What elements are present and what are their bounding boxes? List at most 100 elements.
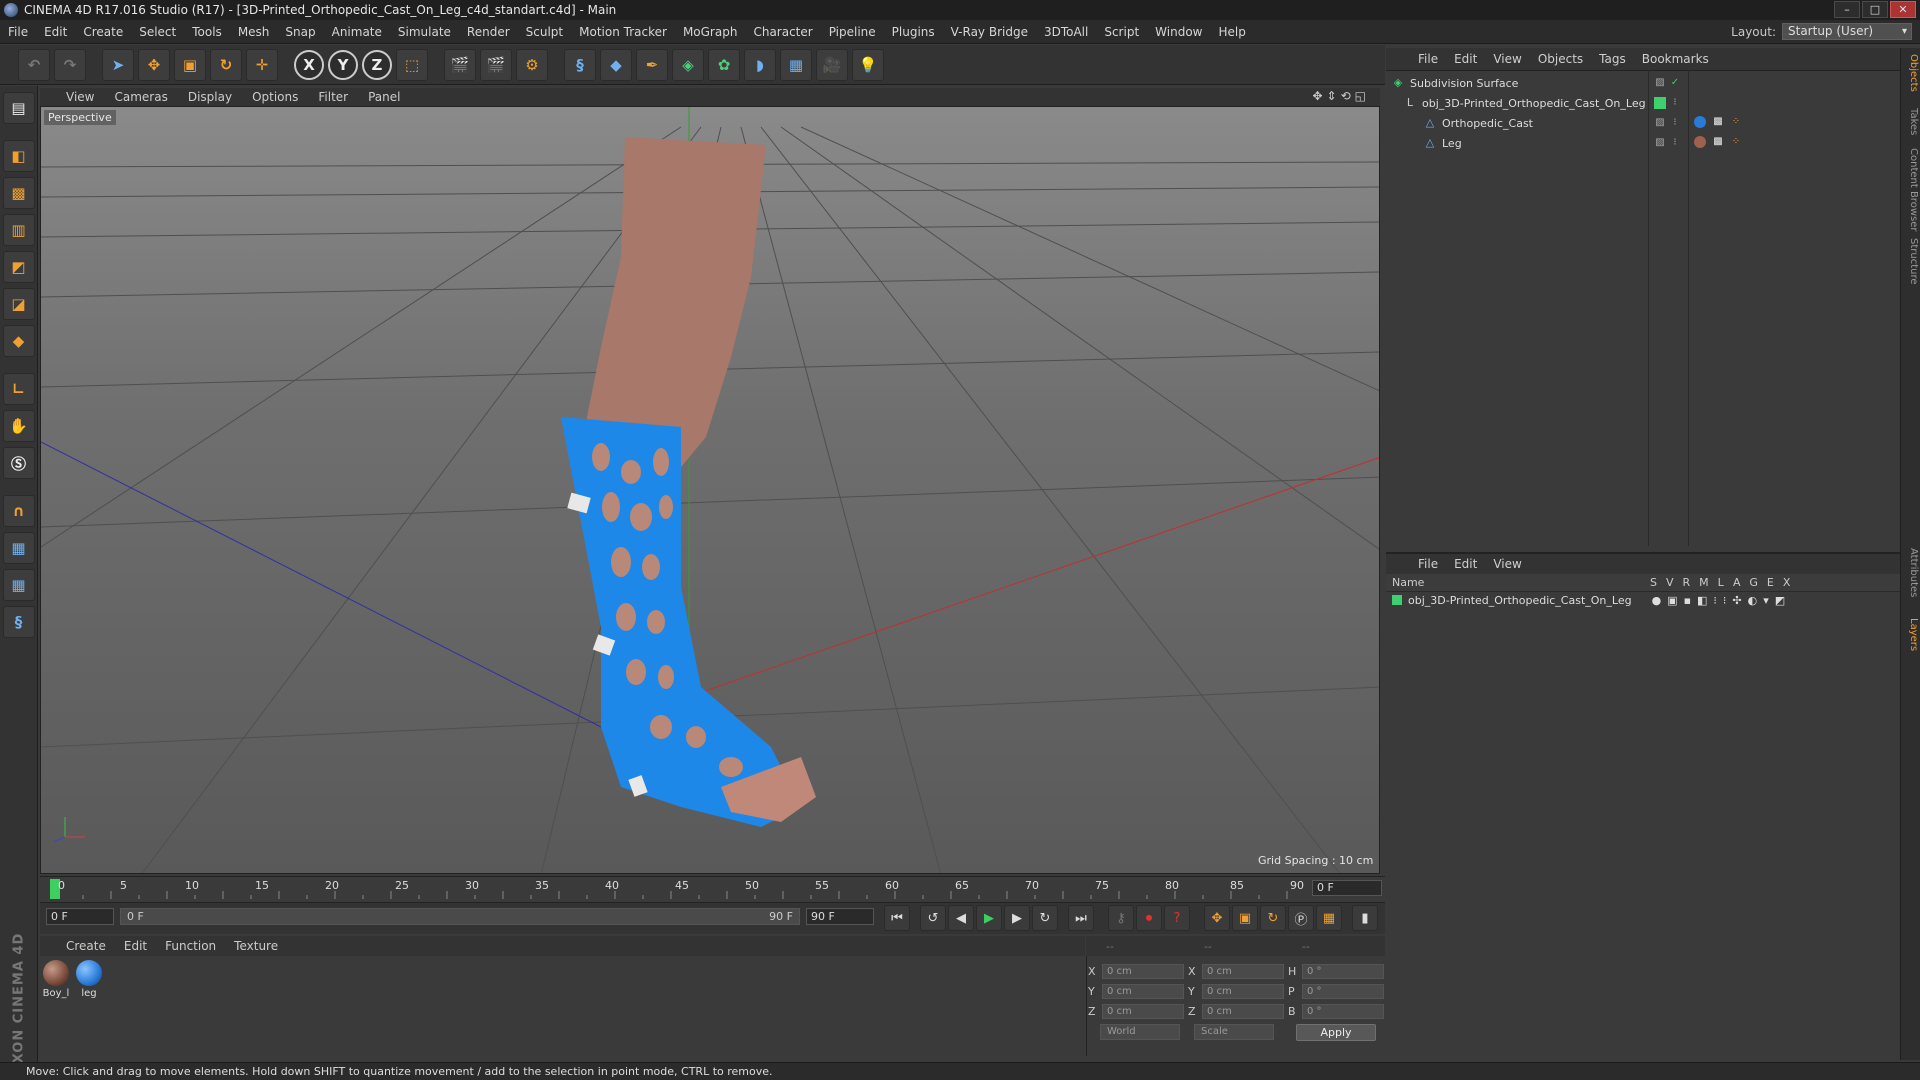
edit-render-settings-button[interactable]: ⚙ — [516, 48, 548, 81]
visibility-dots-icon[interactable]: ⁝ — [1669, 97, 1681, 109]
position-y-field[interactable]: 0 cm — [1102, 983, 1184, 999]
visibility-dots-icon[interactable]: ⁝ — [1669, 137, 1681, 149]
timeline-layout-button[interactable]: ▮ — [1352, 905, 1378, 931]
camera-button[interactable]: 🎥 — [816, 48, 848, 81]
z-axis-lock-button[interactable]: Z — [362, 49, 392, 80]
key-scale-button[interactable]: ▣ — [1232, 905, 1258, 931]
material-tag-icon[interactable] — [1694, 116, 1706, 128]
layer-menu-view[interactable]: View — [1493, 557, 1521, 571]
object-row-orthopedic-cast[interactable]: △ Orthopedic_Cast — [1424, 114, 1533, 132]
tab-attributes[interactable]: Attributes — [1903, 548, 1919, 597]
close-button[interactable]: ✕ — [1890, 1, 1916, 18]
object-menu-edit[interactable]: Edit — [1454, 52, 1477, 66]
tab-takes[interactable]: Takes — [1903, 108, 1919, 135]
menu-character[interactable]: Character — [753, 25, 812, 39]
workplane-mode-button[interactable]: ▥ — [2, 214, 35, 246]
undo-button[interactable]: ↶ — [18, 48, 50, 81]
viewport-menu-display[interactable]: Display — [188, 90, 232, 104]
viewport-menu-filter[interactable]: Filter — [318, 90, 348, 104]
viewport-menu-view[interactable]: View — [66, 90, 94, 104]
position-z-field[interactable]: 0 cm — [1102, 1003, 1184, 1019]
selection-tag-icon[interactable]: ⁘ — [1730, 116, 1742, 128]
snap-button[interactable]: Ⓢ — [2, 447, 35, 479]
viewport-nav-icons[interactable]: ✥⇕⟲◱ — [1312, 89, 1370, 103]
subdivision-button[interactable]: ◈ — [672, 48, 704, 81]
menu-motion-tracker[interactable]: Motion Tracker — [579, 25, 667, 39]
material-menu-texture[interactable]: Texture — [234, 939, 278, 953]
object-row-leg[interactable]: △ Leg — [1424, 134, 1462, 152]
viewport-menu-options[interactable]: Options — [252, 90, 298, 104]
layer-row[interactable]: obj_3D-Printed_Orthopedic_Cast_On_Leg ●▣… — [1392, 592, 1791, 608]
redo-button[interactable]: ↷ — [54, 48, 86, 81]
previous-frame-button[interactable]: ◀ — [948, 905, 974, 931]
menu-select[interactable]: Select — [139, 25, 176, 39]
viewport-menu-cameras[interactable]: Cameras — [114, 90, 167, 104]
menu-snap[interactable]: Snap — [285, 25, 315, 39]
tab-content-browser[interactable]: Content Browser — [1903, 148, 1919, 231]
object-menu-tags[interactable]: Tags — [1599, 52, 1626, 66]
render-picture-viewer-button[interactable]: 🎬 — [480, 48, 512, 81]
menu-animate[interactable]: Animate — [332, 25, 382, 39]
deformer-button[interactable]: ◗ — [744, 48, 776, 81]
make-editable-button[interactable]: ▤ — [2, 92, 35, 124]
menu-mesh[interactable]: Mesh — [238, 25, 270, 39]
object-row-subdivision[interactable]: ◈ Subdivision Surface — [1392, 74, 1519, 92]
material-menu-edit[interactable]: Edit — [124, 939, 147, 953]
go-to-end-button[interactable]: ⏭ — [1068, 905, 1094, 931]
key-pla-button[interactable]: ▦ — [1316, 905, 1342, 931]
x-axis-lock-button[interactable]: X — [294, 49, 324, 80]
key-rotation-button[interactable]: ↻ — [1260, 905, 1286, 931]
coordinate-system-button[interactable]: ⬚ — [396, 48, 428, 81]
menu-plugins[interactable]: Plugins — [892, 25, 935, 39]
rotation-h-field[interactable]: 0 ° — [1302, 963, 1384, 979]
cloner-button[interactable]: ✿ — [708, 48, 740, 81]
tab-objects[interactable]: Objects — [1903, 54, 1919, 92]
material-swatch[interactable]: leg — [74, 960, 104, 999]
y-axis-lock-button[interactable]: Y — [328, 49, 358, 80]
viewport-menu-panel[interactable]: Panel — [368, 90, 400, 104]
previous-key-button[interactable]: ↺ — [920, 905, 946, 931]
pen-tool-button[interactable]: ✒ — [636, 48, 668, 81]
menu-edit[interactable]: Edit — [44, 25, 67, 39]
layer-flag-icons[interactable]: ●▣▪◧⁝⁝✣◐▾◩ — [1652, 594, 1792, 607]
key-position-button[interactable]: ✥ — [1204, 905, 1230, 931]
transform-tool-button[interactable]: ✛ — [246, 48, 278, 81]
layer-color-swatch[interactable] — [1392, 595, 1402, 605]
key-parameter-button[interactable]: Ⓟ — [1288, 905, 1314, 931]
size-y-field[interactable]: 0 cm — [1202, 983, 1284, 999]
layer-flag-icon[interactable]: ▨ — [1654, 77, 1666, 89]
coordinate-mode-dropdown[interactable]: World — [1100, 1024, 1180, 1040]
menu-simulate[interactable]: Simulate — [398, 25, 451, 39]
layer-flag-icon[interactable]: ▨ — [1654, 117, 1666, 129]
menu-mograph[interactable]: MoGraph — [683, 25, 738, 39]
python-script-button[interactable]: § — [2, 606, 35, 638]
motion-path-button[interactable]: ⚷ — [1108, 905, 1134, 931]
object-menu-view[interactable]: View — [1493, 52, 1521, 66]
start-frame-field[interactable]: 0 F — [46, 908, 114, 925]
minimize-button[interactable]: – — [1834, 1, 1860, 18]
scale-tool-button[interactable]: ▣ — [174, 48, 206, 81]
end-frame-field[interactable]: 90 F — [806, 908, 874, 925]
layer-flag-icon[interactable]: ▨ — [1654, 137, 1666, 149]
layout-dropdown[interactable]: Startup (User) — [1782, 23, 1912, 40]
menu-help[interactable]: Help — [1218, 25, 1245, 39]
rotation-b-field[interactable]: 0 ° — [1302, 1003, 1384, 1019]
menu-file[interactable]: File — [8, 25, 28, 39]
menu-create[interactable]: Create — [83, 25, 123, 39]
visibility-dots-icon[interactable]: ⁝ — [1669, 117, 1681, 129]
tab-structure[interactable]: Structure — [1903, 238, 1919, 285]
play-button[interactable]: ▶ — [976, 905, 1002, 931]
menu-pipeline[interactable]: Pipeline — [829, 25, 876, 39]
live-selection-button[interactable]: ➤ — [102, 48, 134, 81]
menu-window[interactable]: Window — [1155, 25, 1202, 39]
size-mode-dropdown[interactable]: Scale — [1194, 1024, 1274, 1040]
menu-script[interactable]: Script — [1104, 25, 1139, 39]
menu-tools[interactable]: Tools — [192, 25, 222, 39]
object-row-null-group[interactable]: L obj_3D-Printed_Orthopedic_Cast_On_Leg — [1404, 94, 1646, 112]
render-view-button[interactable]: 🎬 — [444, 48, 476, 81]
move-tool-button[interactable]: ✥ — [138, 48, 170, 81]
menu-sculpt[interactable]: Sculpt — [526, 25, 563, 39]
planar-workplane-button[interactable]: ▦ — [2, 569, 35, 601]
object-menu-bookmarks[interactable]: Bookmarks — [1642, 52, 1709, 66]
layer-color-swatch[interactable] — [1654, 97, 1666, 109]
